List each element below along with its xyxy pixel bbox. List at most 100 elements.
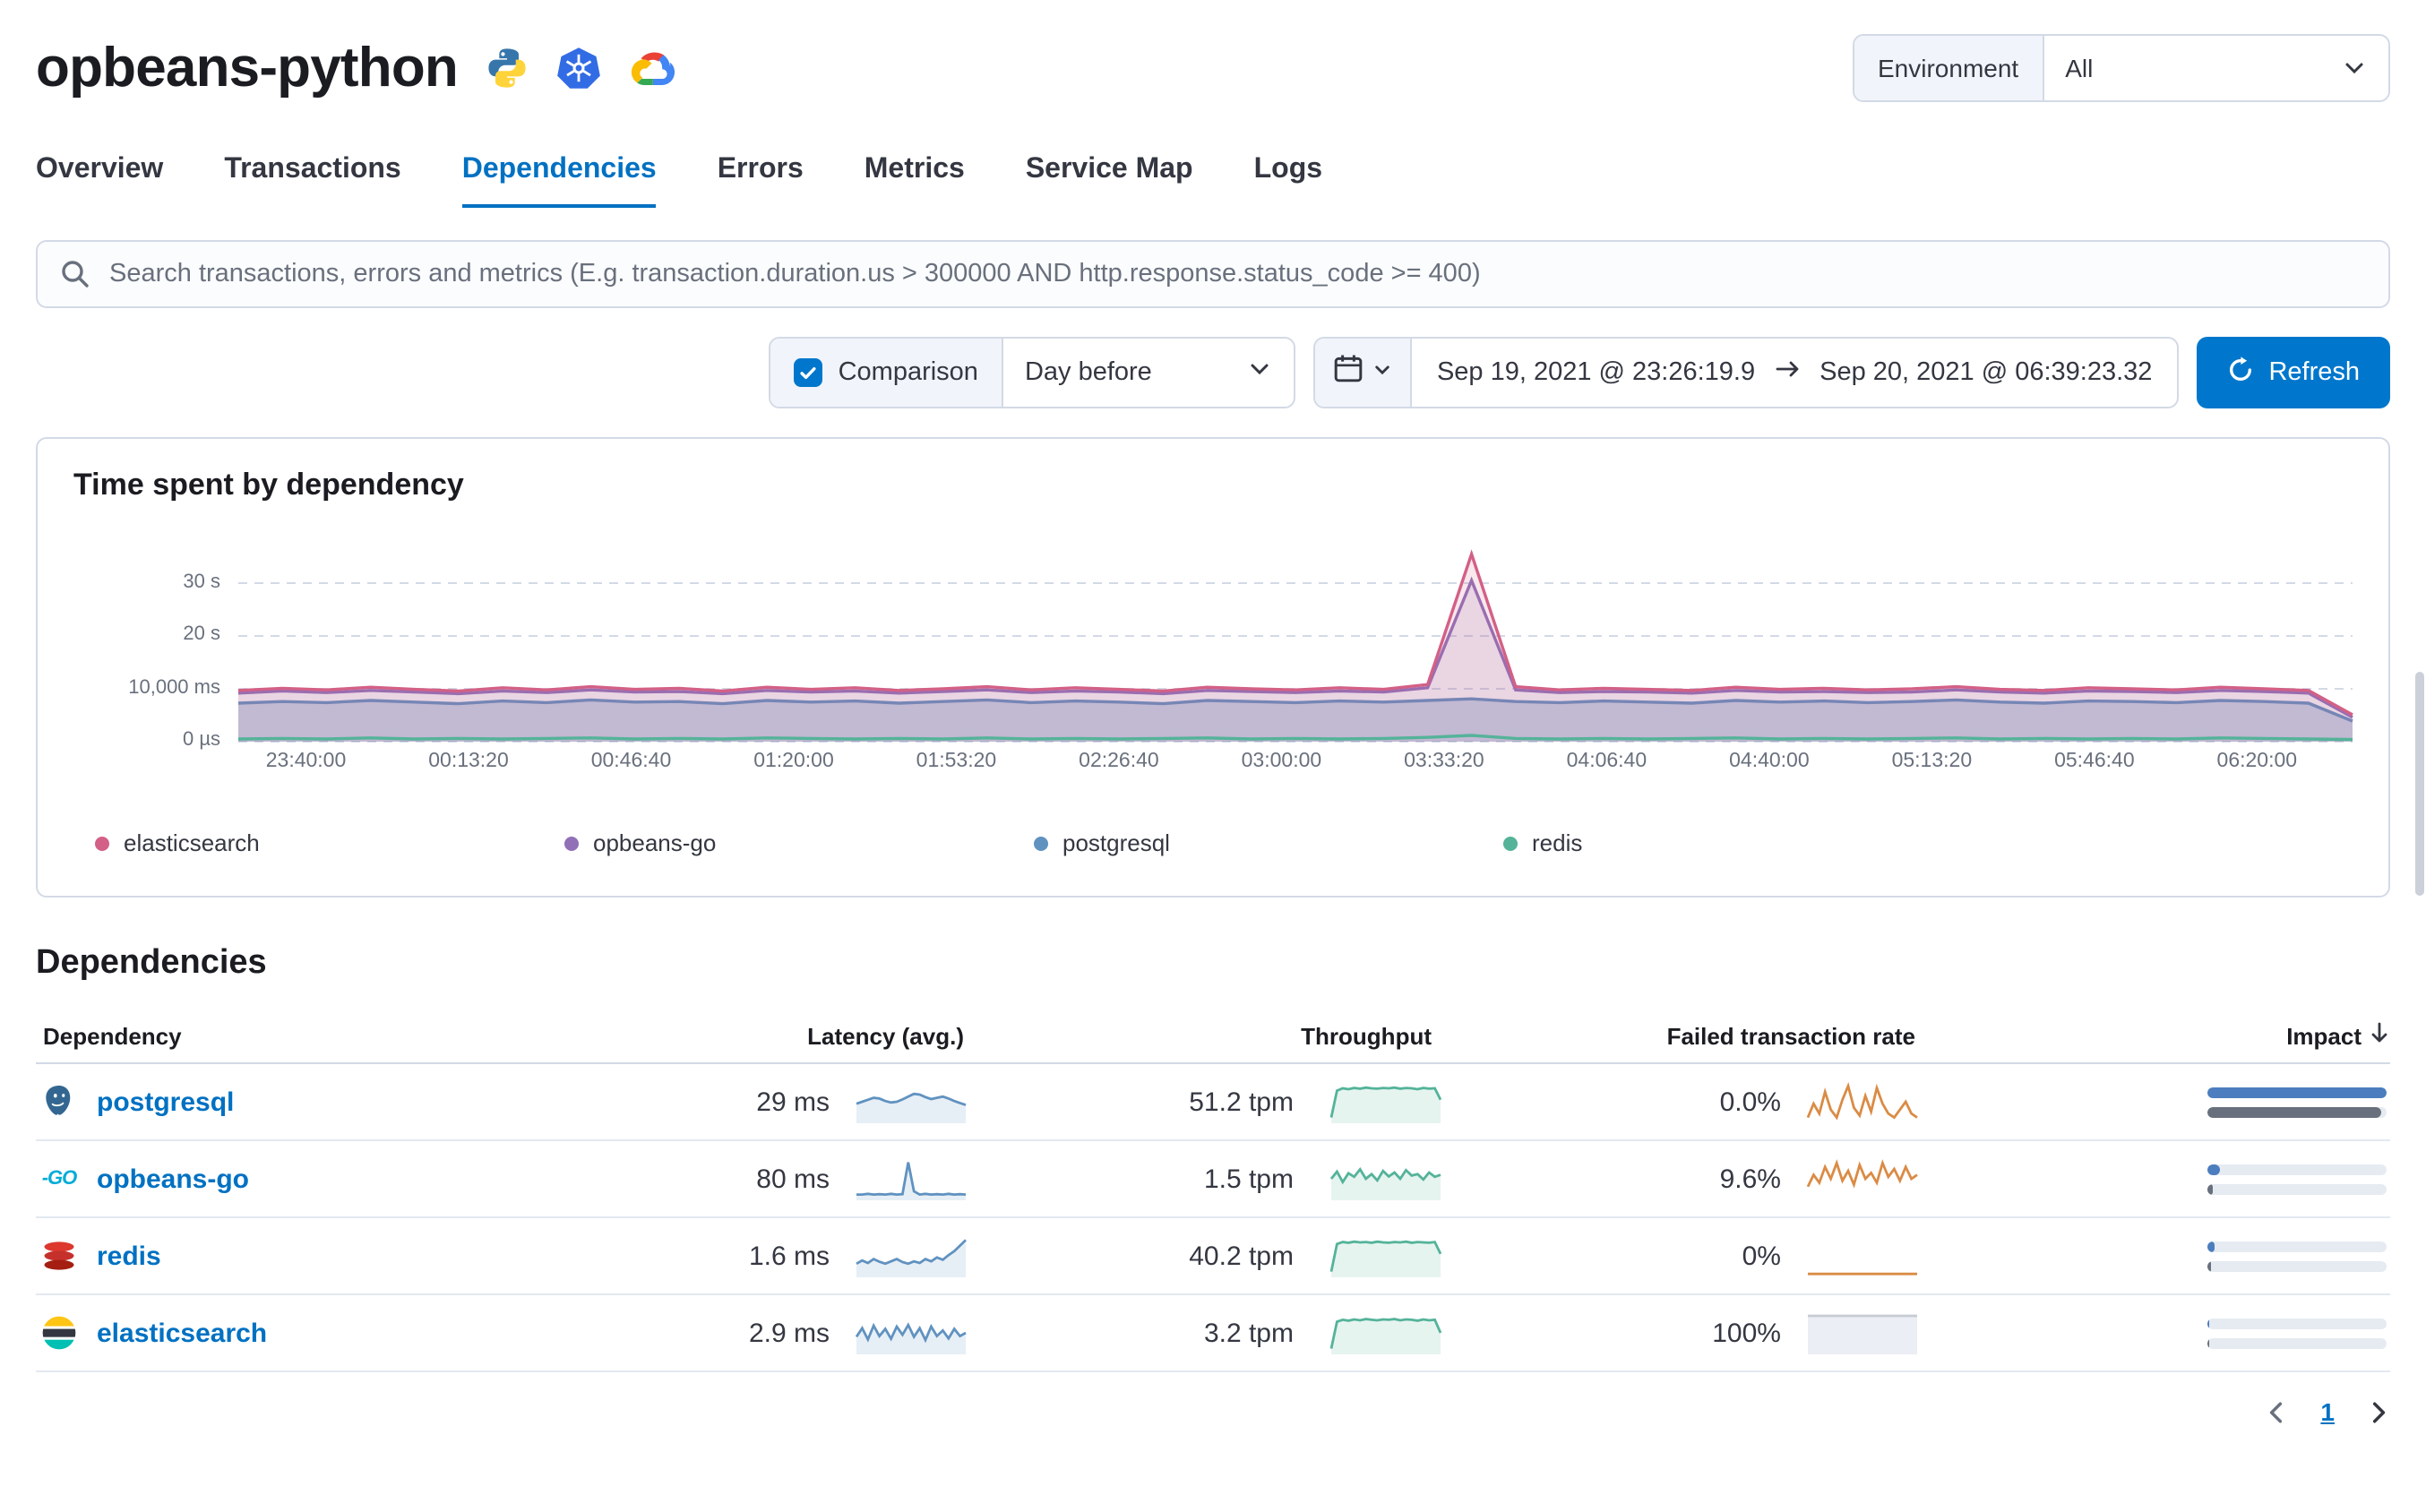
- latency-value: 2.9 ms: [748, 1318, 830, 1348]
- x-tick-label: 05:46:40: [2054, 751, 2135, 772]
- dependency-link[interactable]: opbeans-go: [97, 1164, 249, 1194]
- postgresql-icon: [39, 1082, 79, 1121]
- table-row-postgresql: postgresql 29 ms 51.2 tpm 0.0%: [36, 1064, 2390, 1141]
- column-latency[interactable]: Latency (avg.): [736, 1022, 968, 1049]
- comparison-period-select[interactable]: Day before: [1003, 339, 1294, 407]
- dependencies-table: Dependency Latency (avg.) Throughput Fai…: [36, 1009, 2390, 1372]
- date-end[interactable]: Sep 20, 2021 @ 06:39:23.32: [1820, 358, 2152, 387]
- failed-rate-value: 0%: [1742, 1241, 1781, 1271]
- tab-transactions[interactable]: Transactions: [224, 154, 400, 208]
- legend-dot: [95, 836, 109, 850]
- x-tick-label: 03:00:00: [1241, 751, 1322, 772]
- time-spent-by-dependency-panel: Time spent by dependency 30 s 20 s 10,000 …: [36, 437, 2390, 898]
- throughput-sparkline: [1308, 1310, 1442, 1356]
- latency-sparkline: [844, 1078, 968, 1125]
- legend-label: opbeans-go: [593, 829, 717, 856]
- tab-dependencies[interactable]: Dependencies: [462, 154, 657, 208]
- throughput-value: 51.2 tpm: [1189, 1087, 1294, 1117]
- x-tick-label: 04:06:40: [1566, 751, 1647, 772]
- search-input[interactable]: [36, 240, 2390, 308]
- dependency-cell: redis: [36, 1236, 736, 1276]
- dependency-link[interactable]: postgresql: [97, 1087, 234, 1117]
- tab-overview[interactable]: Overview: [36, 154, 163, 208]
- calendar-icon: [1333, 353, 1364, 392]
- dependency-cell: elasticsearch: [36, 1313, 736, 1353]
- comparison-period-value: Day before: [1024, 358, 1152, 387]
- chart-legend: elasticsearch opbeans-go postgresql redi…: [73, 829, 2353, 856]
- column-dependency[interactable]: Dependency: [36, 1022, 736, 1049]
- sort-descending-icon: [2369, 1021, 2390, 1050]
- dependency-link[interactable]: redis: [97, 1241, 161, 1271]
- chevron-down-icon: [1247, 357, 1272, 389]
- page-title: opbeans-python: [36, 36, 459, 99]
- app-viewport: opbeans-python Environment All Overview …: [0, 0, 2426, 1512]
- environment-label: Environment: [1854, 36, 2044, 100]
- y-tick-label: 0 µs: [182, 729, 220, 751]
- legend-item-postgresql[interactable]: postgresql: [1034, 829, 1503, 856]
- python-icon: [483, 45, 529, 91]
- search-bar: [36, 240, 2390, 308]
- column-throughput[interactable]: Throughput: [968, 1022, 1442, 1049]
- failed-rate-sparkline: [1795, 1078, 1919, 1125]
- failed-rate-sparkline: [1795, 1233, 1919, 1279]
- pagination: 1: [36, 1397, 2390, 1426]
- comparison-checkbox[interactable]: Comparison: [770, 339, 1003, 407]
- impact-bars: [1919, 1241, 2390, 1271]
- throughput-sparkline: [1308, 1078, 1442, 1125]
- legend-item-elasticsearch[interactable]: elasticsearch: [95, 829, 564, 856]
- tab-metrics[interactable]: Metrics: [865, 154, 965, 208]
- dependencies-heading: Dependencies: [36, 944, 267, 982]
- chevron-down-icon: [2342, 36, 2388, 100]
- latency-sparkline: [844, 1310, 968, 1356]
- chart-area: 30 s 20 s 10,000 ms 0 µs: [73, 543, 2353, 751]
- throughput-value: 40.2 tpm: [1189, 1241, 1294, 1271]
- kubernetes-icon: [555, 45, 601, 91]
- comparison-group: Comparison Day before: [768, 337, 1295, 408]
- tab-logs[interactable]: Logs: [1254, 154, 1322, 208]
- x-tick-label: 05:13:20: [1891, 751, 1973, 772]
- legend-dot: [1034, 836, 1048, 850]
- table-row-elasticsearch: elasticsearch 2.9 ms 3.2 tpm 100%: [36, 1295, 2390, 1372]
- title-group: opbeans-python: [36, 36, 675, 100]
- search-icon: [59, 258, 91, 299]
- app-header: opbeans-python Environment All: [0, 0, 2426, 111]
- impact-bars: [1919, 1164, 2390, 1194]
- chart-plot[interactable]: [237, 543, 2353, 743]
- chevron-down-icon: [1372, 357, 1392, 389]
- page-number[interactable]: 1: [2320, 1397, 2335, 1426]
- redis-icon: [39, 1236, 79, 1276]
- column-impact[interactable]: Impact: [1919, 1021, 2390, 1050]
- scrollbar-thumb[interactable]: [2415, 672, 2424, 896]
- x-tick-label: 00:13:20: [428, 751, 509, 772]
- failed-rate-value: 9.6%: [1719, 1164, 1781, 1194]
- calendar-quick-select-button[interactable]: [1314, 339, 1412, 407]
- legend-label: postgresql: [1062, 829, 1170, 856]
- chart-title: Time spent by dependency: [73, 468, 464, 502]
- refresh-button[interactable]: Refresh: [2197, 337, 2390, 408]
- throughput-value: 1.5 tpm: [1203, 1164, 1294, 1194]
- tab-service-map[interactable]: Service Map: [1026, 154, 1193, 208]
- x-tick-label: 23:40:00: [265, 751, 347, 772]
- column-failed-rate[interactable]: Failed transaction rate: [1442, 1022, 1919, 1049]
- legend-item-opbeans-go[interactable]: opbeans-go: [564, 829, 1034, 856]
- previous-page-button[interactable]: [2265, 1400, 2288, 1423]
- legend-dot: [564, 836, 579, 850]
- time-spent-chart: [237, 549, 2353, 743]
- failed-rate-sparkline: [1795, 1310, 1919, 1356]
- dependency-link[interactable]: elasticsearch: [97, 1318, 267, 1348]
- legend-item-redis[interactable]: redis: [1503, 829, 1973, 856]
- x-tick-label: 01:20:00: [753, 751, 834, 772]
- x-tick-label: 04:40:00: [1729, 751, 1810, 772]
- latency-value: 80 ms: [756, 1164, 830, 1194]
- latency-value: 29 ms: [756, 1087, 830, 1117]
- environment-select[interactable]: Environment All: [1853, 34, 2390, 102]
- date-start[interactable]: Sep 19, 2021 @ 23:26:19.9: [1437, 358, 1755, 387]
- throughput-value: 3.2 tpm: [1203, 1318, 1294, 1348]
- throughput-sparkline: [1308, 1155, 1442, 1202]
- next-page-button[interactable]: [2367, 1400, 2390, 1423]
- failed-rate-sparkline: [1795, 1155, 1919, 1202]
- x-tick-label: 02:26:40: [1079, 751, 1159, 772]
- impact-bars: [1919, 1318, 2390, 1348]
- x-tick-label: 03:33:20: [1404, 751, 1484, 772]
- tab-errors[interactable]: Errors: [718, 154, 804, 208]
